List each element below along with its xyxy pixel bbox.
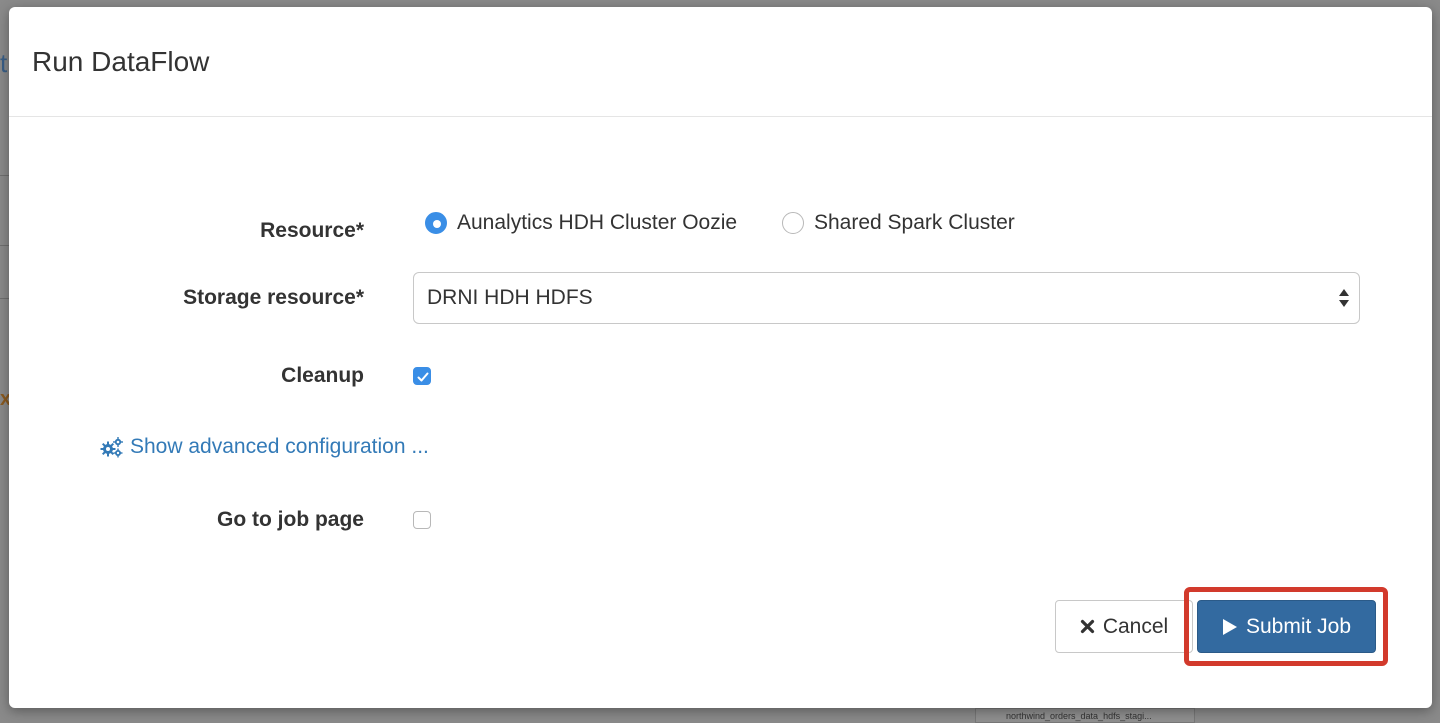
radio-checked-icon[interactable] (425, 212, 447, 234)
cogs-icon (100, 437, 123, 458)
resource-label: Resource* (260, 219, 364, 242)
run-dataflow-modal: Run DataFlow Resource* Aunalytics HDH Cl… (9, 7, 1432, 708)
go-to-job-page-checkbox[interactable] (413, 511, 431, 529)
radio-unchecked-icon[interactable] (782, 212, 804, 234)
resource-option-shared-spark[interactable]: Shared Spark Cluster (782, 211, 1015, 235)
cancel-button-label: Cancel (1102, 614, 1169, 638)
times-icon (1080, 619, 1094, 634)
background-edge-text: t (0, 48, 8, 78)
cleanup-label: Cleanup (281, 364, 364, 387)
resource-option-label: Shared Spark Cluster (814, 211, 1015, 234)
select-arrows-icon (1339, 289, 1349, 307)
resource-option-label: Aunalytics HDH Cluster Oozie (457, 211, 738, 234)
show-advanced-config-text[interactable]: Show advanced configuration ... (130, 435, 429, 459)
play-icon (1222, 618, 1237, 635)
storage-resource-value: DRNI HDH HDFS (427, 286, 593, 309)
background-node-label: northwind_orders_data_hdfs_stagi... (975, 708, 1195, 723)
storage-resource-label: Storage resource* (183, 286, 364, 309)
cancel-button[interactable]: Cancel (1055, 600, 1193, 653)
check-icon (417, 372, 429, 382)
show-advanced-config-link[interactable]: Show advanced configuration ... (100, 435, 429, 459)
modal-header: Run DataFlow (9, 7, 1432, 117)
resource-option-aunalytics[interactable]: Aunalytics HDH Cluster Oozie (425, 211, 737, 235)
go-to-job-page-label: Go to job page (217, 508, 364, 531)
modal-title: Run DataFlow (32, 45, 210, 77)
submit-job-button[interactable]: Submit Job (1197, 600, 1376, 653)
submit-job-button-label: Submit Job (1245, 614, 1352, 638)
cleanup-checkbox[interactable] (413, 367, 431, 385)
storage-resource-select[interactable]: DRNI HDH HDFS (413, 272, 1360, 324)
